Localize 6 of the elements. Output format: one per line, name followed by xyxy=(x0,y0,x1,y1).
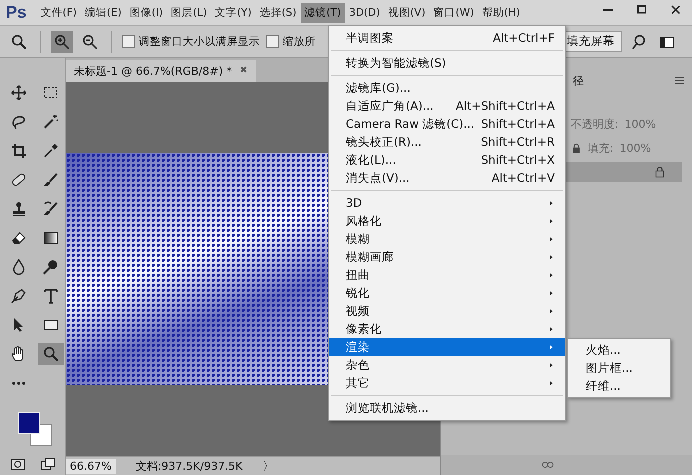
checkbox-label: 缩放所 xyxy=(283,34,316,48)
document-info: 文档:937.5K/937.5K xyxy=(136,458,243,474)
checkbox-label: 调整窗口大小以满屏显示 xyxy=(139,34,260,48)
opacity-label: 不透明度: xyxy=(571,116,619,132)
fill-label: 填充: xyxy=(588,140,614,156)
app-logo: Ps xyxy=(6,2,27,22)
